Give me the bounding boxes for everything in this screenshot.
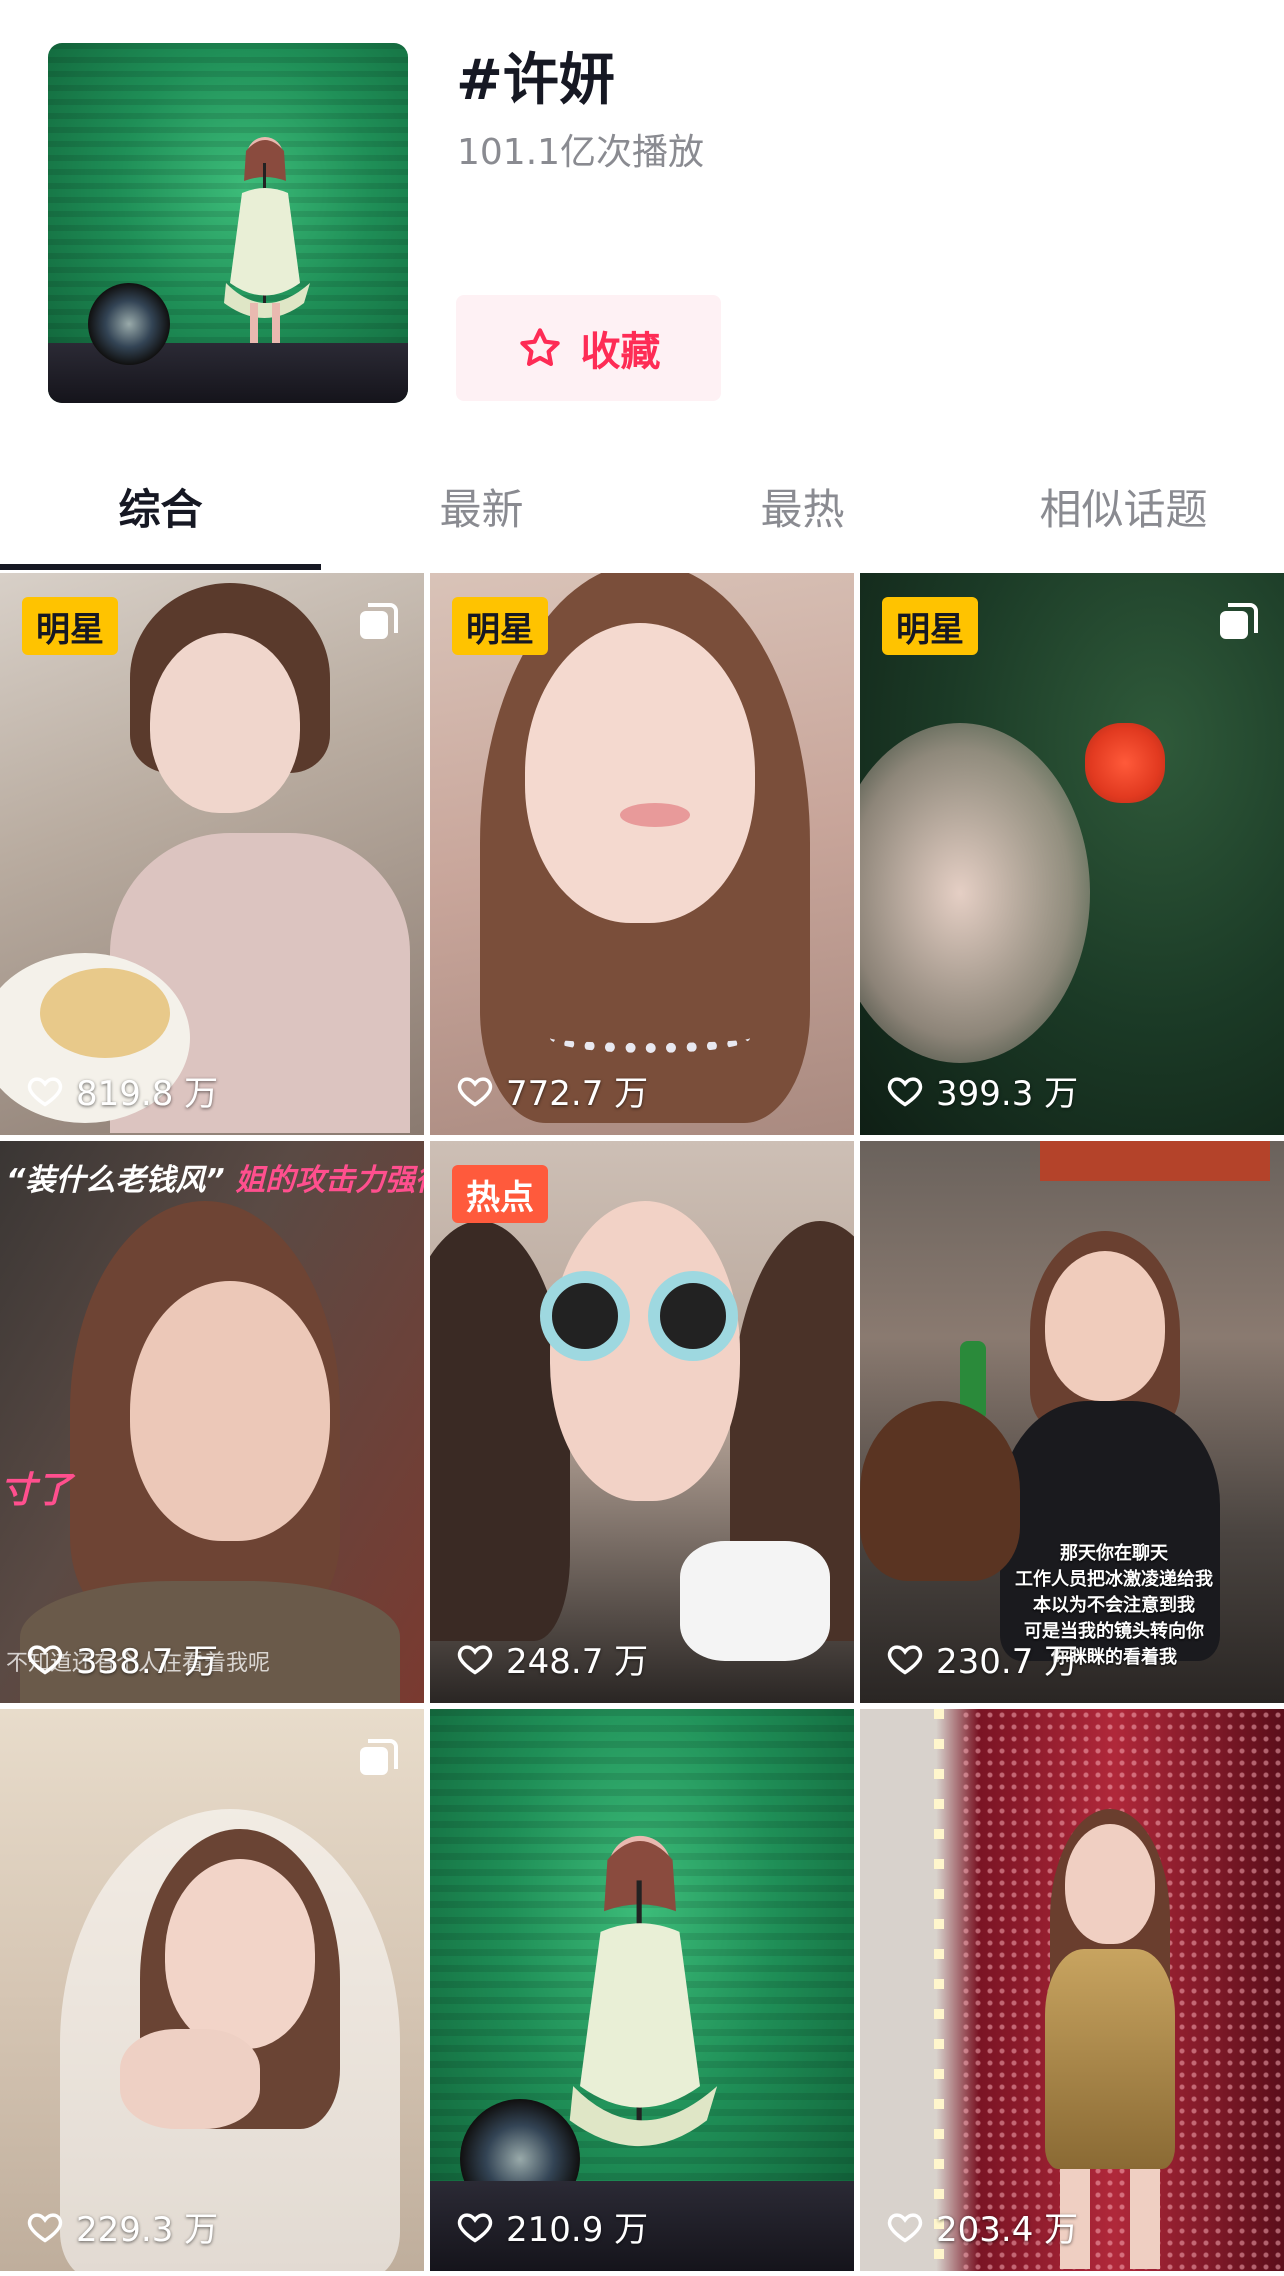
like-count-text: 772.7 万 xyxy=(506,1074,649,1114)
heart-icon xyxy=(887,1644,923,1675)
like-count-text: 248.7 万 xyxy=(506,1642,649,1682)
multi-image-icon xyxy=(360,1739,398,1775)
topic-header: #许妍 101.1亿次播放 收藏 xyxy=(0,0,1284,440)
video-card[interactable]: 明星 399.3 万 xyxy=(860,573,1284,1135)
favorite-button[interactable]: 收藏 xyxy=(456,295,721,401)
thumbnail-gold-dress xyxy=(1045,1949,1175,2169)
like-count: 230.7 万 xyxy=(886,1634,1078,1683)
tab-comprehensive[interactable]: 综合 xyxy=(0,440,321,572)
star-badge: 明星 xyxy=(452,597,548,655)
cover-performer xyxy=(220,133,310,343)
heart-icon xyxy=(27,1644,63,1675)
thumbnail-curler-right xyxy=(648,1271,738,1361)
multi-image-icon xyxy=(1220,603,1258,639)
like-count-text: 210.9 万 xyxy=(506,2210,649,2250)
like-count-text: 399.3 万 xyxy=(936,1074,1079,1114)
like-count-text: 338.7 万 xyxy=(76,1642,219,1682)
like-count-text: 203.4 万 xyxy=(936,2210,1079,2250)
thumbnail-curler-left xyxy=(540,1271,630,1361)
cover-stage-light xyxy=(88,283,170,365)
topic-cover-image[interactable] xyxy=(48,43,408,403)
video-card[interactable]: 210.9 万 xyxy=(430,1709,854,2271)
video-overlay-side-text: 寸了 xyxy=(0,1470,73,1511)
thumbnail-face xyxy=(525,623,755,923)
thumbnail-face xyxy=(1045,1251,1165,1401)
caption-line: 本以为不会注意到我 xyxy=(1033,1595,1195,1616)
heart-icon xyxy=(457,2212,493,2243)
thumbnail-performer xyxy=(560,1829,720,2189)
thumbnail-light-strip xyxy=(934,1709,944,2271)
thumbnail-flower xyxy=(1085,723,1165,803)
thumbnail-noodles xyxy=(40,968,170,1058)
thumbnail-face xyxy=(1065,1824,1155,1944)
video-overlay-title: “装什么老钱风” 姐的攻击力强得 xyxy=(0,1155,424,1199)
tab-hottest[interactable]: 最热 xyxy=(642,440,963,572)
thumbnail-lips xyxy=(620,803,690,827)
like-count-text: 229.3 万 xyxy=(76,2210,219,2250)
thumbnail-face xyxy=(130,1281,330,1541)
topic-title: #许妍 xyxy=(456,48,615,113)
like-count-text: 819.8 万 xyxy=(76,1074,219,1114)
star-badge: 明星 xyxy=(882,597,978,655)
heart-icon xyxy=(887,2212,923,2243)
heart-icon xyxy=(457,1644,493,1675)
thumbnail-face xyxy=(150,633,300,813)
video-card[interactable]: 明星 772.7 万 xyxy=(430,573,854,1135)
topic-play-count: 101.1亿次播放 xyxy=(457,132,705,173)
thumbnail-face xyxy=(165,1859,315,2049)
video-card[interactable]: 229.3 万 xyxy=(0,1709,424,2271)
like-count-text: 230.7 万 xyxy=(936,1642,1079,1682)
like-count: 819.8 万 xyxy=(26,1066,218,1115)
like-count: 248.7 万 xyxy=(456,1634,648,1683)
caption-line: 那天你在聊天 xyxy=(1060,1543,1168,1564)
overlay-quote: “装什么老钱风” xyxy=(6,1163,225,1198)
video-card[interactable]: 热点 248.7 万 xyxy=(430,1141,854,1703)
video-card[interactable]: “装什么老钱风” 姐的攻击力强得 寸了 不知道还有个人在看着我呢 338.7 万 xyxy=(0,1141,424,1703)
tab-bar: 综合 最新 最热 相似话题 xyxy=(0,440,1284,572)
like-count: 210.9 万 xyxy=(456,2202,648,2251)
like-count: 229.3 万 xyxy=(26,2202,218,2251)
like-count: 203.4 万 xyxy=(886,2202,1078,2251)
video-card[interactable]: 203.4 万 xyxy=(860,1709,1284,2271)
heart-icon xyxy=(887,1076,923,1107)
heart-icon xyxy=(27,1076,63,1107)
tab-similar-topics[interactable]: 相似话题 xyxy=(963,440,1284,572)
favorite-label: 收藏 xyxy=(580,329,661,375)
like-count: 338.7 万 xyxy=(26,1634,218,1683)
thumbnail-necklace xyxy=(550,1023,750,1053)
thumbnail-hands xyxy=(120,2029,260,2129)
like-count: 772.7 万 xyxy=(456,1066,648,1115)
active-tab-indicator xyxy=(0,564,321,570)
star-icon xyxy=(519,328,560,367)
multi-image-icon xyxy=(360,603,398,639)
tab-latest[interactable]: 最新 xyxy=(321,440,642,572)
thumbnail-mask xyxy=(680,1541,830,1661)
heart-icon xyxy=(27,2212,63,2243)
video-card[interactable]: 那天你在聊天 工作人员把冰激凌递给我 本以为不会注意到我 可是当我的镜头转向你 … xyxy=(860,1141,1284,1703)
star-badge: 明星 xyxy=(22,597,118,655)
video-grid: 明星 819.8 万 明星 772.7 万 明星 399.3 万 “装什么老钱风… xyxy=(0,573,1284,2276)
hot-badge: 热点 xyxy=(452,1165,548,1223)
caption-line: 工作人员把冰激凌递给我 xyxy=(1015,1569,1213,1590)
like-count: 399.3 万 xyxy=(886,1066,1078,1115)
heart-icon xyxy=(457,1076,493,1107)
thumbnail-umbrella xyxy=(1040,1141,1270,1181)
thumbnail-leg xyxy=(1130,2169,1160,2269)
overlay-pink-text: 姐的攻击力强得 xyxy=(235,1163,424,1198)
video-card[interactable]: 明星 819.8 万 xyxy=(0,573,424,1135)
